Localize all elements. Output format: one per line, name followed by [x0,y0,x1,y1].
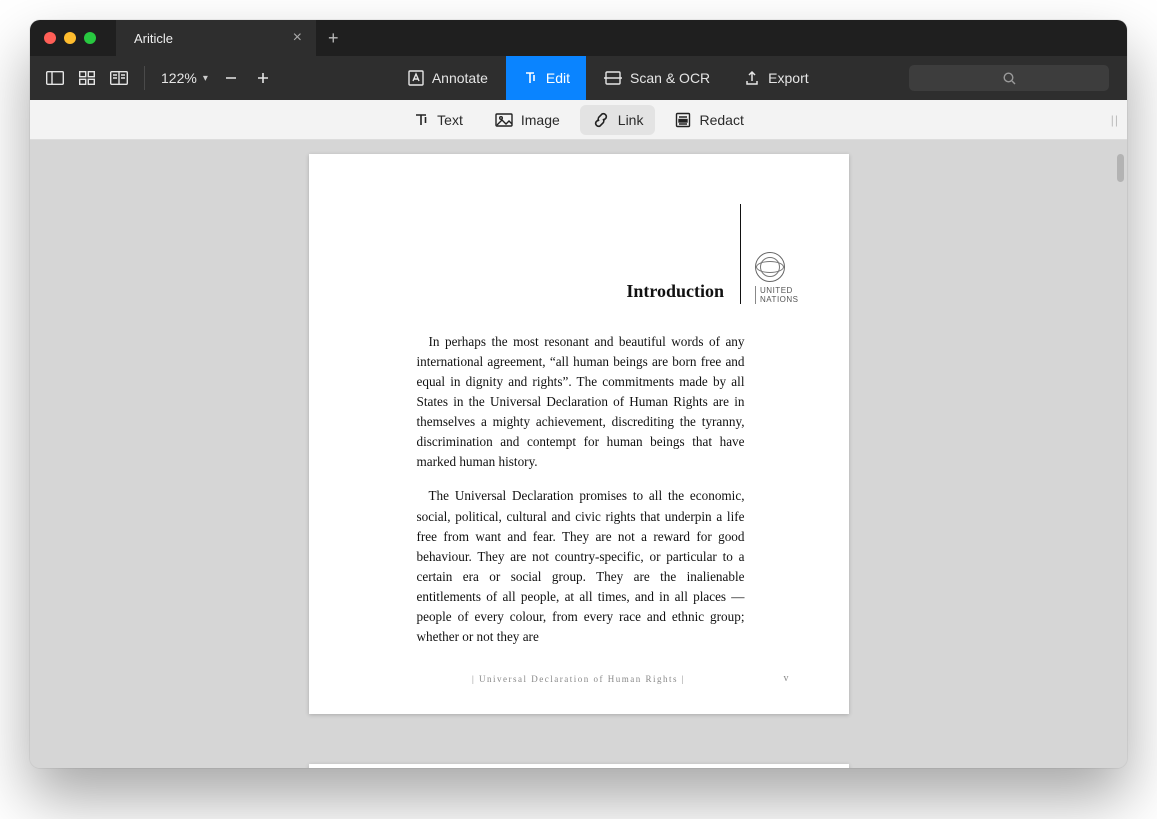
edit-label: Edit [546,70,570,86]
section-title-block: Introduction [359,204,742,304]
page-footer: | Universal Declaration of Human Rights … [359,673,799,684]
chevron-down-icon: ▾ [203,73,208,84]
search-input[interactable] [909,65,1109,91]
edit-sub-toolbar: Text Image Link Redact || [30,100,1127,140]
paragraph-1: In perhaps the most resonant and beautif… [417,332,745,472]
annotate-label: Annotate [432,70,488,86]
titlebar: Ariticle × + [30,20,1127,56]
zoom-dropdown[interactable]: 122% ▾ [155,70,214,86]
image-tool-button[interactable]: Image [483,105,572,135]
footer-title: | Universal Declaration of Human Rights … [389,674,769,684]
annotate-icon [408,70,424,86]
page-body-text: In perhaps the most resonant and beautif… [359,332,799,661]
close-tab-icon[interactable]: × [293,30,302,46]
section-title: Introduction [626,281,724,304]
export-icon [744,70,760,86]
page-header: Introduction UNITED NATIONS [359,204,799,304]
minimize-window-button[interactable] [64,32,76,44]
sidebar-toggle-button[interactable] [40,63,70,93]
publisher-logo-block: UNITED NATIONS [741,204,798,304]
link-tool-button[interactable]: Link [580,105,656,135]
thumbnails-view-button[interactable] [72,63,102,93]
document-tab[interactable]: Ariticle × [116,20,316,56]
search-icon [1003,72,1016,85]
toolbar-divider [144,66,145,90]
scan-icon [604,70,622,86]
zoom-level-label: 122% [161,70,197,86]
reading-view-button[interactable] [104,63,134,93]
edit-icon [522,70,538,86]
link-tool-icon [592,112,610,128]
app-window: Ariticle × + 122% ▾ Annotate [30,20,1127,768]
scan-ocr-label: Scan & OCR [630,70,710,86]
image-tool-label: Image [521,112,560,128]
export-tool-button[interactable]: Export [728,56,824,100]
redact-tool-icon [675,112,691,128]
text-tool-label: Text [437,112,463,128]
document-canvas[interactable]: Introduction UNITED NATIONS In perhaps t… [30,140,1127,768]
redact-tool-label: Redact [699,112,743,128]
link-tool-label: Link [618,112,644,128]
scan-ocr-tool-button[interactable]: Scan & OCR [588,56,726,100]
publisher-name: UNITED NATIONS [755,286,798,304]
paragraph-2: The Universal Declaration promises to al… [417,486,745,647]
export-label: Export [768,70,808,86]
text-tool-icon [413,112,429,128]
text-tool-button[interactable]: Text [401,105,475,135]
edit-tool-button[interactable]: Edit [506,56,586,100]
maximize-window-button[interactable] [84,32,96,44]
annotate-tool-button[interactable]: Annotate [392,56,504,100]
window-controls [44,32,96,44]
toolbar-drag-handle[interactable]: || [1111,113,1119,127]
page-number: v [769,673,789,684]
redact-tool-button[interactable]: Redact [663,105,755,135]
tab-title: Ariticle [134,31,173,46]
new-tab-button[interactable]: + [328,28,339,49]
un-emblem-icon [755,252,785,282]
zoom-out-button[interactable] [216,63,246,93]
close-window-button[interactable] [44,32,56,44]
document-page: Introduction UNITED NATIONS In perhaps t… [309,154,849,714]
main-toolbar: 122% ▾ Annotate Edit Scan & OCR Export [30,56,1127,100]
image-tool-icon [495,113,513,127]
scrollbar-thumb[interactable] [1117,154,1124,182]
zoom-in-button[interactable] [248,63,278,93]
next-page-peek [309,764,849,768]
